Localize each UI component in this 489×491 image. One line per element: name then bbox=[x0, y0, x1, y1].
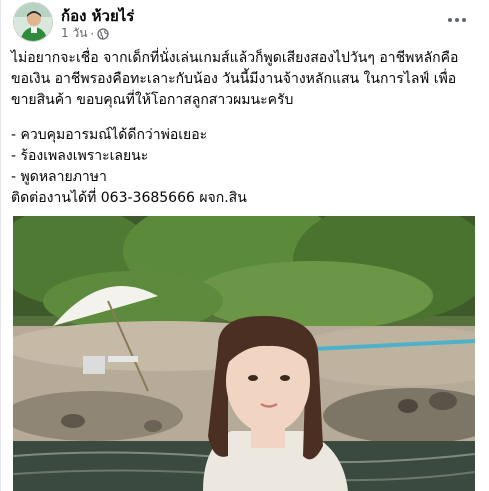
globe-icon bbox=[97, 27, 109, 40]
photo-image bbox=[13, 216, 475, 491]
post-paragraph-line: ขอเงิน อาชีพรองคือทะเลาะกับน้อง วันนี้มี… bbox=[11, 71, 457, 87]
avatar-image bbox=[14, 3, 52, 41]
post-paragraph-line: ขายสินค้า ขอบคุณที่ให้โอกาสลูกสาวผมนะครั… bbox=[11, 92, 294, 108]
list-item: - ร้องเพลงเพราะเลยนะ bbox=[11, 148, 149, 164]
author-avatar[interactable] bbox=[13, 2, 53, 42]
post-paragraph-line: ไม่อยากจะเชื่อ จากเด็กที่นั่งเล่นเกมส์แล… bbox=[11, 50, 459, 66]
post-card: ก้อง ห้วยไร่ 1 วัน · ไม่อยากจะเชื่อ จากเ… bbox=[0, 0, 489, 491]
post-text: ไม่อยากจะเชื่อ จากเด็กที่นั่งเล่นเกมส์แล… bbox=[11, 48, 479, 209]
post-meta: 1 วัน · bbox=[61, 24, 109, 43]
more-options-icon[interactable] bbox=[441, 8, 473, 32]
list-item: - ควบคุมอารมณ์ได้ดีกว่าพ่อเยอะ bbox=[11, 127, 208, 143]
list-item: - พูดหลายภาษา bbox=[11, 169, 107, 185]
post-header: ก้อง ห้วยไร่ 1 วัน · bbox=[13, 2, 477, 44]
post-photo[interactable] bbox=[13, 216, 475, 491]
meta-separator: · bbox=[90, 26, 95, 41]
contact-line: ติดต่องานได้ที่ 063-3685666 ผจก.สิน bbox=[11, 190, 247, 206]
post-time[interactable]: 1 วัน bbox=[61, 24, 87, 43]
